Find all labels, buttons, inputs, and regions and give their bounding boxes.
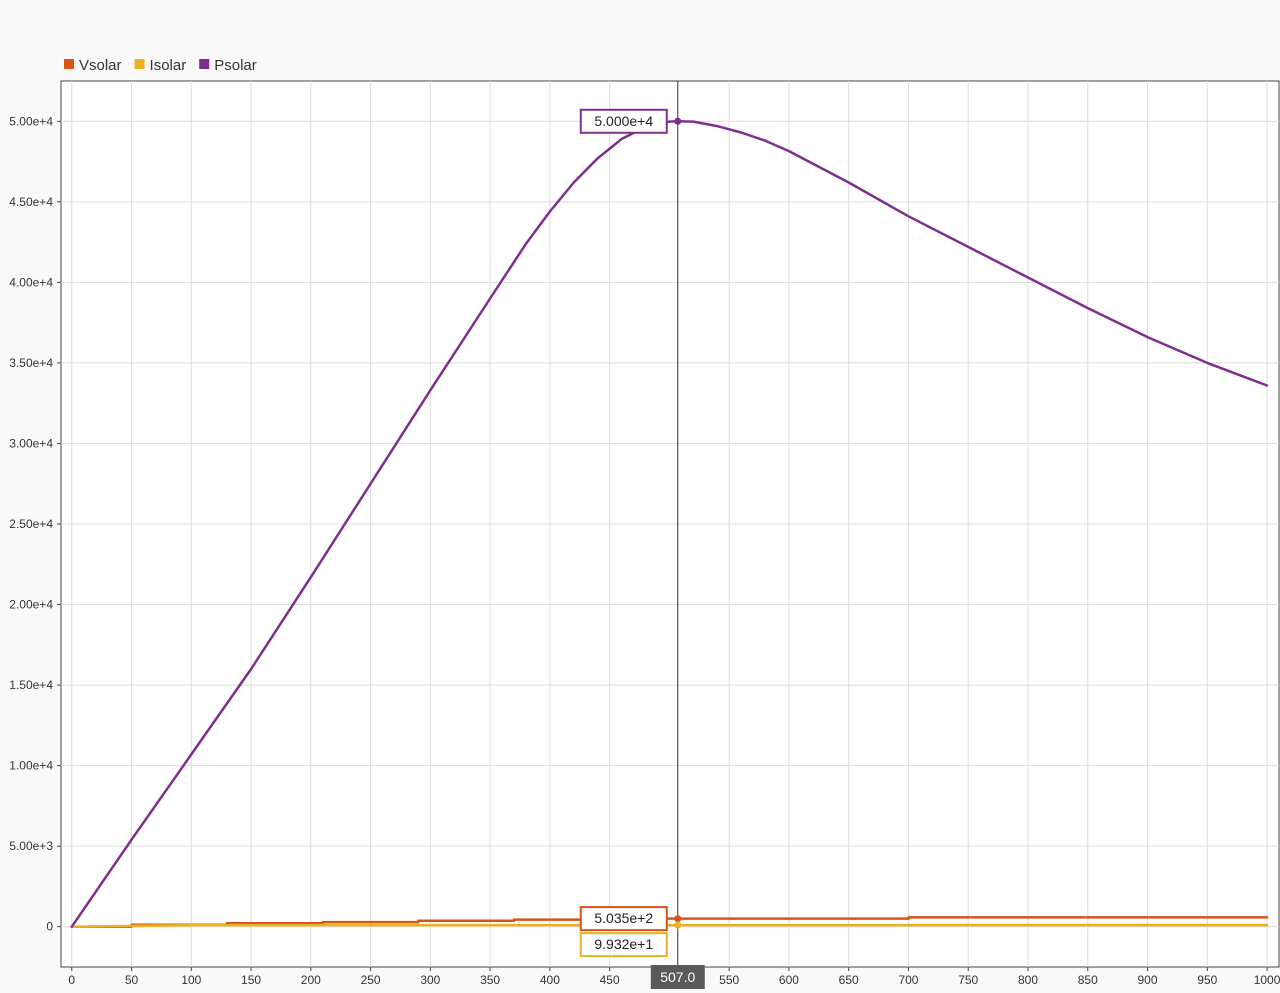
x-tick-label: 750 — [958, 973, 978, 987]
x-tick-label: 50 — [125, 973, 139, 987]
readout-value-vsolar: 5.035e+2 — [594, 910, 653, 926]
chart-panel: Vsolar Isolar Psolar 0 5.00e+3 1.00e+4 1.50e+… — [0, 0, 1280, 993]
x-tick-label: 300 — [420, 973, 440, 987]
x-tick-label: 950 — [1197, 973, 1217, 987]
x-tick-label: 450 — [600, 973, 620, 987]
legend-swatch-psolar[interactable] — [199, 59, 210, 69]
readout-value-isolar: 9.932e+1 — [594, 936, 653, 952]
legend-label-isolar[interactable]: Isolar — [150, 57, 187, 74]
y-tick-label: 4.50e+4 — [9, 195, 53, 209]
cursor-x-value: 507.0 — [660, 969, 695, 985]
x-tick-label: 350 — [480, 973, 500, 987]
y-tick-label: 1.50e+4 — [9, 678, 53, 692]
x-tick-label: 900 — [1138, 973, 1158, 987]
x-tick-label: 0 — [68, 973, 75, 987]
y-tick-label: 2.50e+4 — [9, 517, 53, 531]
x-tick-label: 400 — [540, 973, 560, 987]
x-tick-label: 650 — [839, 973, 859, 987]
x-tick-label: 800 — [1018, 973, 1038, 987]
y-tick-label: 4.00e+4 — [9, 275, 53, 289]
line-chart[interactable]: Vsolar Isolar Psolar 0 5.00e+3 1.00e+4 1.50e+… — [0, 0, 1280, 993]
x-tick-label: 150 — [241, 973, 261, 987]
legend-label-vsolar[interactable]: Vsolar — [79, 57, 122, 74]
x-tick-label: 100 — [181, 973, 201, 987]
y-tick-label: 0 — [46, 920, 53, 934]
x-tick-label: 250 — [361, 973, 381, 987]
x-tick-label: 200 — [301, 973, 321, 987]
y-tick-label: 5.00e+4 — [9, 114, 53, 128]
y-tick-label: 3.00e+4 — [9, 436, 53, 450]
readout-value-psolar: 5.000e+4 — [594, 113, 653, 129]
cursor-point-vsolar — [674, 915, 682, 923]
x-tick-label: 700 — [898, 973, 918, 987]
y-tick-label: 1.00e+4 — [9, 759, 53, 773]
cursor-point-psolar — [674, 117, 682, 125]
legend-swatch-isolar[interactable] — [134, 59, 145, 69]
y-tick-label: 5.00e+3 — [9, 839, 53, 853]
cursor-point-isolar — [674, 921, 682, 929]
y-tick-label: 3.50e+4 — [9, 356, 53, 370]
x-tick-label: 600 — [779, 973, 799, 987]
legend-swatch-vsolar[interactable] — [64, 59, 74, 69]
x-tick-label: 850 — [1078, 973, 1098, 987]
x-tick-label: 1000 — [1254, 973, 1280, 987]
legend[interactable]: Vsolar Isolar Psolar — [64, 57, 257, 74]
x-tick-label: 550 — [719, 973, 739, 987]
legend-label-psolar[interactable]: Psolar — [214, 57, 257, 74]
y-tick-label: 2.00e+4 — [9, 598, 53, 612]
